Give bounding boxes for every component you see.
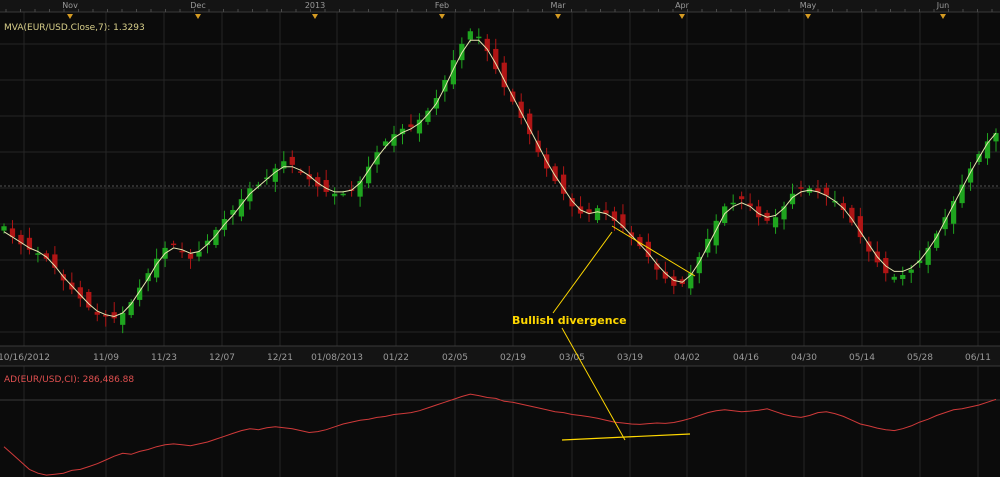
bullish-candle bbox=[120, 312, 126, 325]
event-marker-icon bbox=[805, 14, 811, 19]
ad-line bbox=[3, 393, 997, 476]
bearish-candle bbox=[849, 207, 855, 223]
month-tick-label: 2013 bbox=[305, 1, 325, 10]
mva-line bbox=[3, 39, 997, 318]
month-tick-label: Mar bbox=[550, 1, 566, 10]
month-tick-label: Feb bbox=[435, 1, 449, 10]
bullish-candle bbox=[908, 269, 914, 273]
date-tick-label: 02/19 bbox=[500, 353, 526, 363]
event-marker-icon bbox=[195, 14, 201, 19]
bullish-candle bbox=[891, 276, 897, 280]
bullish-candle bbox=[772, 217, 779, 228]
date-tick-label: 04/02 bbox=[674, 353, 700, 363]
month-tick-label: Apr bbox=[675, 1, 690, 10]
date-tick-label: 05/14 bbox=[849, 353, 875, 363]
annotation-connector-upper bbox=[552, 231, 613, 314]
event-marker-icon bbox=[439, 14, 445, 19]
month-tick-label: Dec bbox=[190, 1, 205, 10]
bullish-candle bbox=[332, 193, 338, 197]
event-marker-icon bbox=[555, 14, 561, 19]
bullish-candle bbox=[467, 31, 473, 40]
bullish-candle bbox=[730, 202, 736, 205]
date-tick-label: 01/22 bbox=[383, 353, 409, 363]
chart-canvas[interactable]: Nov Dec 2013 Feb Mar Apr May Jun 10/16/2012 11/0… bbox=[0, 0, 1000, 477]
bearish-candle bbox=[527, 113, 533, 135]
date-tick-label: 12/07 bbox=[209, 353, 235, 363]
date-tick-label: 11/23 bbox=[151, 353, 177, 363]
bearish-candle bbox=[289, 156, 295, 165]
price-panel[interactable] bbox=[1, 28, 999, 334]
bullish-candle bbox=[942, 217, 948, 230]
date-tick-label: 04/30 bbox=[791, 353, 817, 363]
bullish-candle bbox=[993, 133, 999, 142]
bullish-candle bbox=[247, 188, 253, 202]
bearish-candle bbox=[170, 243, 177, 246]
mva-indicator-label: MVA(EUR/USD.Close,7): 1.3293 bbox=[4, 23, 145, 33]
date-tick-label: 06/11 bbox=[965, 353, 991, 363]
bearish-candle bbox=[493, 48, 499, 70]
month-tick-label: Jun bbox=[936, 1, 950, 10]
top-axis-band bbox=[0, 0, 1000, 12]
top-time-axis: Nov Dec 2013 Feb Mar Apr May Jun bbox=[0, 0, 1000, 19]
bottom-date-axis: 10/16/2012 11/09 11/23 12/07 12/21 01/08/2013… bbox=[0, 345, 1000, 367]
ad-panel[interactable] bbox=[0, 393, 1000, 476]
bearish-candle bbox=[187, 253, 194, 259]
ad-indicator-label: AD(EUR/USD,CI): 286,486.88 bbox=[4, 375, 134, 385]
date-tick-label: 01/08/2013 bbox=[311, 353, 363, 363]
bullish-candle bbox=[145, 273, 151, 282]
date-tick-label: 03/19 bbox=[617, 353, 643, 363]
event-marker-icon bbox=[67, 14, 73, 19]
event-marker-icon bbox=[679, 14, 685, 19]
date-tick-label: 11/09 bbox=[93, 353, 119, 363]
date-tick-label: 10/16/2012 bbox=[0, 353, 50, 363]
bearish-candle bbox=[179, 250, 185, 253]
bullish-candle bbox=[35, 253, 41, 255]
bullish-candle bbox=[365, 166, 372, 184]
event-marker-icon bbox=[312, 14, 318, 19]
bullish-candle bbox=[340, 193, 346, 196]
gridlines bbox=[0, 12, 1000, 477]
bullish-candle bbox=[476, 36, 482, 39]
bullish-candle bbox=[1, 226, 7, 231]
annotation-connector-lower bbox=[561, 327, 626, 441]
chart-window: Nov Dec 2013 Feb Mar Apr May Jun 10/16/2012 11/0… bbox=[0, 0, 1000, 477]
ad-divergence-trendline bbox=[561, 433, 691, 441]
bearish-candle bbox=[798, 187, 804, 189]
bearish-candle bbox=[408, 124, 414, 127]
bearish-candle bbox=[323, 180, 329, 192]
date-tick-label: 12/21 bbox=[267, 353, 293, 363]
event-marker-icon bbox=[940, 14, 946, 19]
date-tick-label: 04/16 bbox=[733, 353, 759, 363]
bullish-candle bbox=[934, 233, 940, 248]
date-tick-label: 02/05 bbox=[442, 353, 468, 363]
date-tick-label: 05/28 bbox=[907, 353, 933, 363]
month-tick-label: Nov bbox=[62, 1, 78, 10]
price-divergence-trendline bbox=[611, 225, 696, 277]
month-tick-label: May bbox=[800, 1, 817, 10]
annotation-label: Bullish divergence bbox=[512, 314, 627, 327]
bullish-candle bbox=[594, 208, 601, 221]
bullish-candle bbox=[900, 275, 906, 279]
bearish-candle bbox=[739, 196, 745, 200]
